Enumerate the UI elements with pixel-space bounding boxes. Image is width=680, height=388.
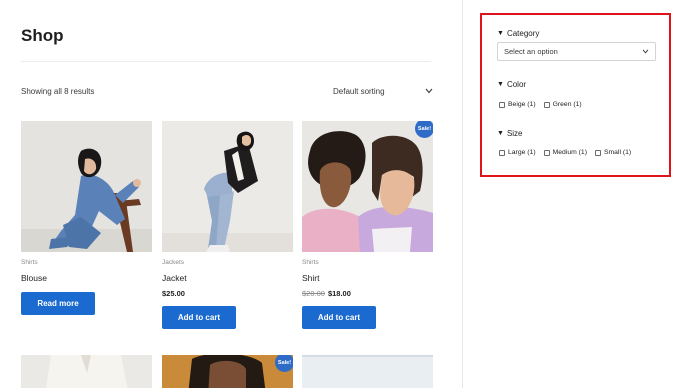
option-label: Green (1) — [552, 101, 582, 108]
filter-category-label: Category — [506, 29, 540, 38]
filter-color-header[interactable]: ▼ Color — [497, 80, 526, 89]
product-image-blouse[interactable] — [21, 121, 152, 252]
option-label: Small (1) — [603, 149, 632, 156]
option-label: Medium (1) — [552, 149, 587, 156]
sorting-label: Default sorting — [333, 86, 385, 96]
product-price: $25.00 — [162, 289, 185, 298]
shop-main: Shop Showing all 8 results Default sorti… — [0, 0, 463, 388]
chevron-down-icon — [642, 49, 649, 54]
filter-size-header[interactable]: ▼ Size — [497, 129, 523, 138]
product-name[interactable]: Shirt — [302, 273, 319, 283]
sale-badge: Sale! — [415, 121, 433, 138]
filter-sidebar: ▼ Category Select an option ▼ Color Beig… — [480, 13, 671, 177]
add-to-cart-button[interactable]: Add to cart — [302, 306, 376, 329]
photo-shirt-models — [302, 121, 433, 252]
category-select-value: Select an option — [504, 47, 558, 56]
checkbox[interactable] — [543, 149, 550, 156]
triangle-down-icon: ▼ — [497, 130, 504, 137]
chevron-down-icon — [425, 88, 433, 94]
product-image-jacket[interactable] — [162, 121, 293, 252]
product-category: Shirts — [302, 259, 319, 266]
photo-blouse-model — [21, 121, 152, 252]
photo-row2-blank — [302, 355, 433, 388]
sale-price: $18.00 — [327, 289, 351, 298]
product-image-row2-3[interactable] — [302, 355, 433, 388]
product-image-shirt[interactable]: Sale! — [302, 121, 433, 252]
product-category: Jackets — [162, 259, 185, 266]
product-name[interactable]: Blouse — [21, 273, 47, 283]
color-option-green[interactable]: Green (1) — [543, 101, 582, 108]
filter-category-header[interactable]: ▼ Category — [497, 29, 539, 38]
category-select[interactable]: Select an option — [497, 42, 656, 61]
filter-size-label: Size — [506, 129, 523, 138]
product-price: $20.00 $18.00 — [302, 289, 351, 298]
option-label: Large (1) — [508, 149, 536, 156]
size-option-large[interactable]: Large (1) — [499, 149, 536, 156]
checkbox[interactable] — [499, 101, 505, 108]
size-options: Large (1) Medium (1) Small (1) — [499, 149, 631, 156]
product-category: Shirts — [21, 259, 38, 266]
size-option-small[interactable]: Small (1) — [594, 149, 632, 156]
color-option-beige[interactable]: Beige (1) — [499, 101, 536, 108]
sale-badge: Sale! — [275, 355, 293, 372]
photo-jacket-model — [162, 121, 293, 252]
sorting-dropdown[interactable]: Default sorting — [333, 84, 433, 98]
result-count: Showing all 8 results — [21, 87, 95, 96]
page-title: Shop — [21, 26, 64, 45]
option-label: Beige (1) — [508, 101, 536, 108]
triangle-down-icon: ▼ — [497, 30, 504, 37]
triangle-down-icon: ▼ — [497, 81, 504, 88]
filter-color-label: Color — [506, 80, 527, 89]
product-name[interactable]: Jacket — [162, 273, 187, 283]
product-image-row2-1[interactable] — [21, 355, 152, 388]
size-option-medium[interactable]: Medium (1) — [543, 149, 587, 156]
read-more-button[interactable]: Read more — [21, 292, 95, 315]
original-price: $20.00 — [302, 289, 325, 298]
checkbox[interactable] — [499, 149, 505, 156]
photo-row2-portrait — [162, 355, 293, 388]
color-options: Beige (1) Green (1) — [499, 101, 582, 108]
title-divider — [21, 61, 431, 62]
photo-row2-shirt — [21, 355, 152, 388]
product-image-row2-2[interactable]: Sale! — [162, 355, 293, 388]
checkbox[interactable] — [594, 149, 601, 156]
checkbox[interactable] — [543, 101, 550, 108]
add-to-cart-button[interactable]: Add to cart — [162, 306, 236, 329]
